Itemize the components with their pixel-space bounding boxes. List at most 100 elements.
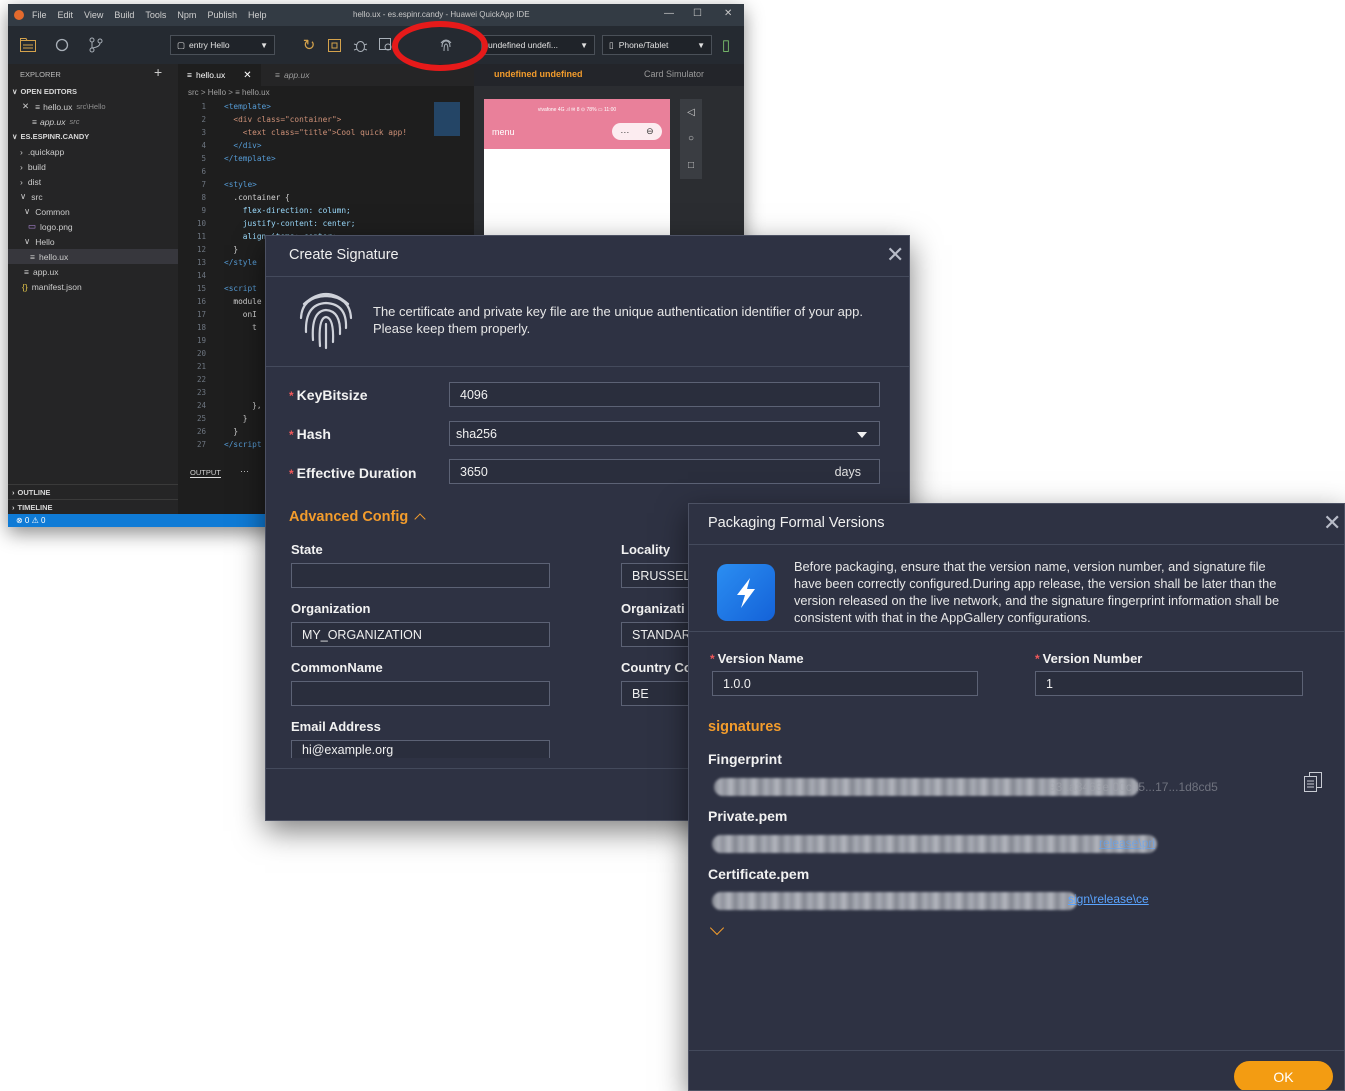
tab-app-ux[interactable]: ≡ app.ux: [266, 64, 319, 86]
tree-item-label: app.ux: [32, 266, 59, 277]
tree-item[interactable]: ∨ src: [8, 189, 178, 204]
hash-select[interactable]: sha256: [449, 421, 880, 446]
project-header[interactable]: ∨ ES.ESPINR.CANDY: [8, 129, 178, 144]
outline-header[interactable]: › OUTLINE: [8, 484, 178, 499]
email-label: Email Address: [291, 719, 381, 734]
open-editor-name: hello.ux: [43, 101, 73, 112]
menu-view[interactable]: View: [84, 10, 103, 20]
close-icon[interactable]: ✕: [886, 244, 904, 266]
preview-icon[interactable]: [324, 35, 344, 55]
tree-item[interactable]: ▭ logo.png: [8, 219, 178, 234]
home-icon[interactable]: ○: [688, 133, 694, 144]
more-icon[interactable]: ···: [240, 466, 249, 476]
more-icon[interactable]: ···: [620, 127, 629, 137]
source-control-icon[interactable]: [86, 35, 106, 55]
effective-duration-text: Effective Duration: [296, 465, 417, 481]
tree-item[interactable]: › .quickapp: [8, 144, 178, 159]
close-icon[interactable]: ✕: [22, 101, 29, 112]
code-line: </template>: [224, 154, 276, 163]
menu-tools[interactable]: Tools: [145, 10, 166, 20]
chevron-right-icon: ›: [20, 161, 23, 172]
version-number-value: 1: [1046, 676, 1053, 691]
maximize-button[interactable]: ☐: [693, 8, 702, 19]
private-pem-link[interactable]: release\pri: [1099, 836, 1155, 850]
line-number: 3: [201, 128, 206, 137]
window-title: hello.ux - es.espinr.candy - Huawei Quic…: [353, 10, 530, 19]
device-type-select[interactable]: ▯ Phone/Tablet ▼: [602, 35, 712, 55]
line-number: 25: [196, 414, 206, 423]
chevron-down-icon: ∨: [24, 236, 31, 246]
exit-icon[interactable]: ⊖: [646, 126, 654, 137]
dialog-title: Create Signature: [289, 247, 399, 263]
version-name-input[interactable]: 1.0.0: [712, 671, 978, 696]
key-bitsize-input[interactable]: 4096: [449, 382, 880, 407]
version-number-input[interactable]: 1: [1035, 671, 1303, 696]
output-tab[interactable]: OUTPUT: [190, 468, 221, 478]
copy-icon[interactable]: [1304, 772, 1322, 792]
tree-item[interactable]: {} manifest.json: [8, 279, 178, 294]
highlight-annotation: [392, 21, 488, 71]
explorer-icon[interactable]: [18, 35, 38, 55]
tree-item[interactable]: ≡ app.ux: [8, 264, 178, 279]
description-line-1: Before packaging, ensure that the versio…: [794, 559, 1266, 574]
effective-duration-input[interactable]: 3650 days: [449, 459, 880, 484]
entry-select[interactable]: ▢ entry Hello ▼: [170, 35, 275, 55]
back-icon[interactable]: ◁: [687, 107, 695, 118]
menu-build[interactable]: Build: [114, 10, 134, 20]
redacted-private-pem: [712, 835, 1157, 853]
chevron-down-icon[interactable]: [709, 920, 725, 936]
open-editor-path: src\Hello: [76, 102, 106, 111]
tab-hello-ux[interactable]: ≡ hello.ux ✕: [178, 64, 261, 86]
explorer-sidebar: EXPLORER + ∨ OPEN EDITORS ✕ ≡ hello.ux s…: [8, 64, 178, 527]
phone-status-bar: vivafone 4G .ıl ✉ 8 ⊙ 78% ▭ 11:00: [537, 107, 617, 113]
phone-simulator[interactable]: vivafone 4G .ıl ✉ 8 ⊙ 78% ▭ 11:00 menu ·…: [484, 99, 670, 239]
tree-item[interactable]: ∨ Hello: [8, 234, 178, 249]
menu-file[interactable]: File: [32, 10, 47, 20]
open-editor-name: app.ux: [39, 116, 66, 127]
close-tab-icon[interactable]: ✕: [243, 70, 251, 81]
search-icon[interactable]: [52, 35, 72, 55]
device-select[interactable]: undefined undefi... ▼: [481, 35, 595, 55]
refresh-icon[interactable]: ↻: [299, 35, 319, 55]
device-connect-icon[interactable]: ▯: [716, 35, 736, 55]
organization-input[interactable]: MY_ORGANIZATION: [291, 622, 550, 647]
email-input[interactable]: hi@example.org: [291, 740, 550, 758]
minimap[interactable]: [434, 102, 460, 136]
tab-device-preview[interactable]: undefined undefined: [494, 69, 583, 79]
organization-unit-value: STANDAR: [632, 627, 691, 642]
close-window-button[interactable]: ✕: [724, 8, 732, 19]
menu-publish[interactable]: Publish: [207, 10, 237, 20]
tree-item-selected[interactable]: ≡ hello.ux: [8, 249, 178, 264]
code-line: flex-direction: column;: [224, 206, 351, 215]
state-input[interactable]: [291, 563, 550, 588]
tree-item[interactable]: › dist: [8, 174, 178, 189]
open-editor-item[interactable]: ≡ app.ux src: [8, 114, 178, 129]
tree-item[interactable]: ∨ Common: [8, 204, 178, 219]
menu-edit[interactable]: Edit: [58, 10, 74, 20]
problems-count[interactable]: ⊗ 0 ⚠ 0: [16, 516, 45, 525]
tree-item[interactable]: › build: [8, 159, 178, 174]
version-name-value: 1.0.0: [723, 676, 751, 691]
code-line: module: [224, 297, 262, 306]
ok-button[interactable]: OK: [1234, 1061, 1333, 1090]
chevron-down-icon: ∨: [12, 87, 18, 96]
open-editors-header[interactable]: ∨ OPEN EDITORS: [8, 84, 178, 99]
line-number: 19: [196, 336, 206, 345]
duration-unit: days: [834, 464, 861, 479]
common-name-input[interactable]: [291, 681, 550, 706]
close-icon[interactable]: ✕: [1323, 512, 1341, 534]
minimize-button[interactable]: —: [664, 8, 674, 19]
advanced-config-toggle[interactable]: Advanced Config: [289, 509, 426, 525]
menu-help[interactable]: Help: [248, 10, 267, 20]
add-icon[interactable]: +: [154, 64, 162, 80]
explorer-title: EXPLORER: [20, 69, 61, 79]
phone-capsule[interactable]: ··· ⊖: [612, 123, 662, 140]
timeline-header[interactable]: › TIMELINE: [8, 499, 178, 514]
certificate-pem-link[interactable]: sign\release\ce: [1068, 892, 1149, 906]
open-editor-item[interactable]: ✕ ≡ hello.ux src\Hello: [8, 99, 178, 114]
locality-value: BRUSSEL: [632, 568, 691, 583]
menu-npm[interactable]: Npm: [177, 10, 196, 20]
debug-icon[interactable]: [350, 35, 370, 55]
tab-card-simulator[interactable]: Card Simulator: [644, 69, 704, 79]
recent-apps-icon[interactable]: □: [688, 160, 694, 171]
